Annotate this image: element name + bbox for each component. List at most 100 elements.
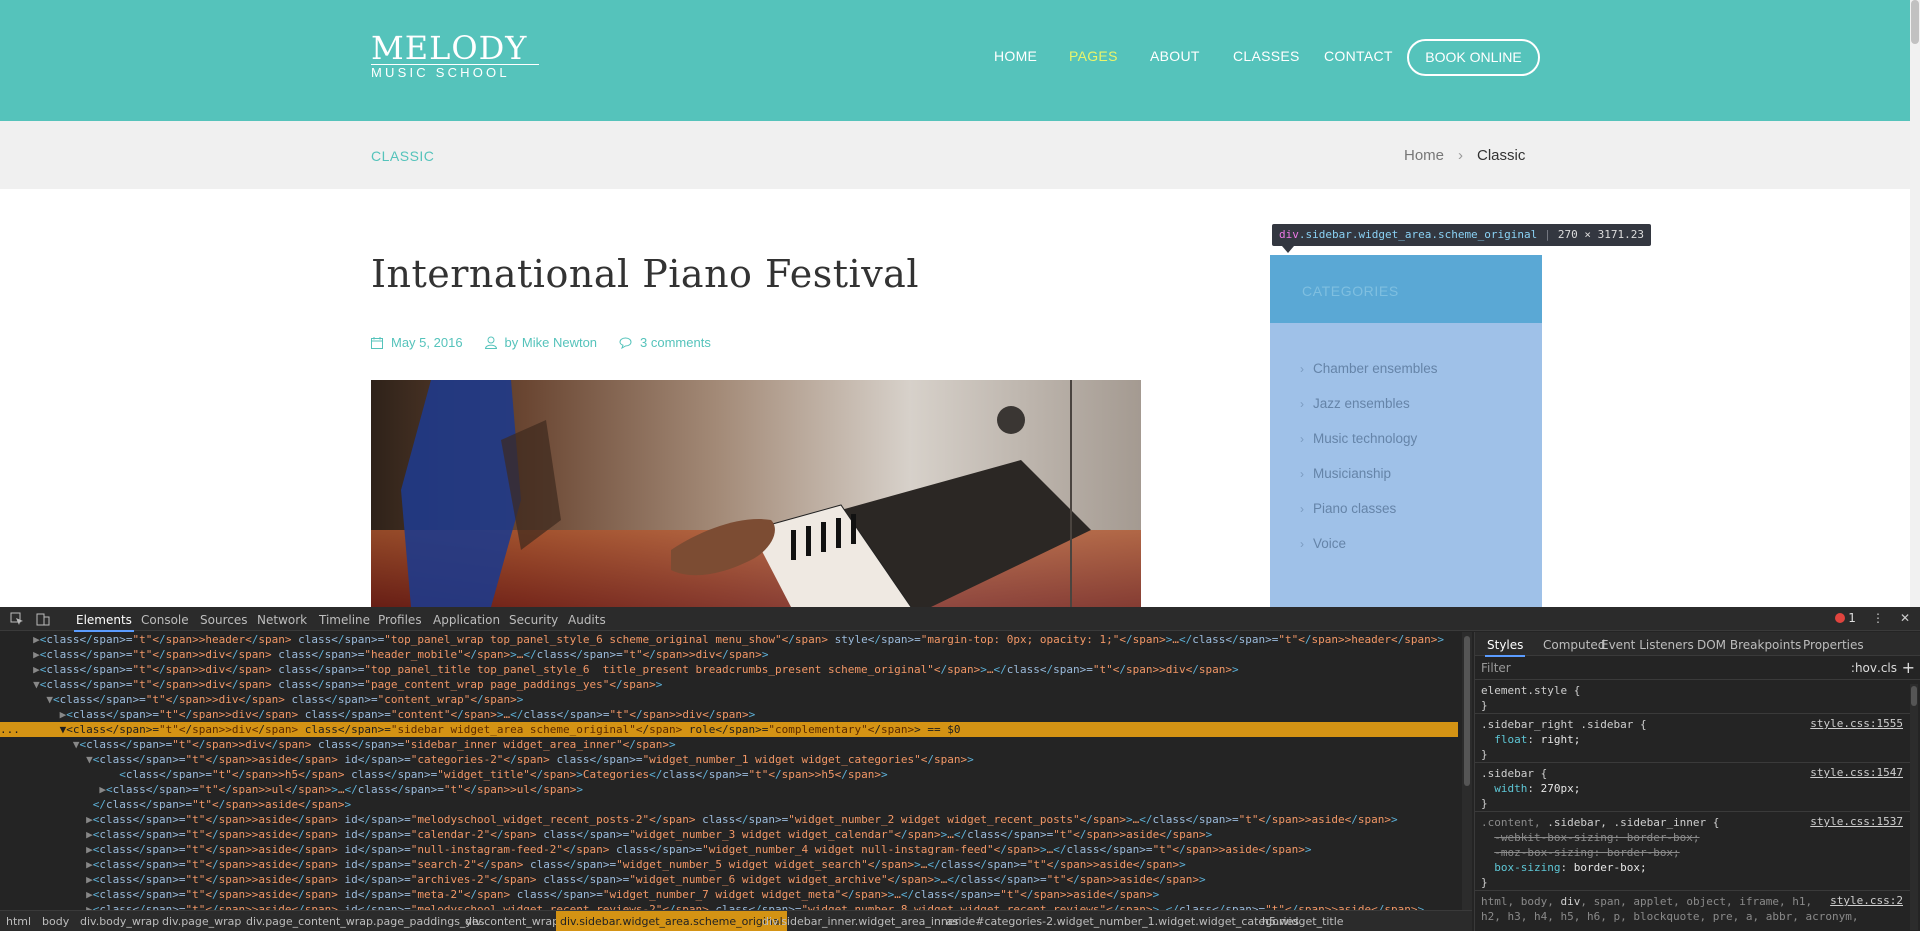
css-source-link[interactable]: style.css:1537 — [1810, 815, 1903, 828]
css-selector[interactable]: .sidebar { — [1481, 766, 1547, 781]
close-icon[interactable]: ✕ — [1900, 611, 1910, 625]
logo-underline — [371, 64, 539, 65]
dom-node-line[interactable]: ▼<class</span>="t"</span>>aside</span> i… — [0, 752, 1458, 767]
tooltip-tag: div — [1279, 228, 1299, 241]
dom-node-line[interactable]: ▶<class</span>="t"</span>>aside</span> i… — [0, 857, 1458, 872]
tooltip-size: 270 × 3171.23 — [1557, 228, 1645, 241]
nav-item-about[interactable]: ABOUT — [1150, 48, 1200, 64]
category-item[interactable]: › Piano classes — [1300, 491, 1438, 526]
category-item[interactable]: › Chamber ensembles — [1300, 351, 1438, 386]
dom-node-line[interactable]: <class</span>="t"</span>>h5</span> class… — [0, 767, 1458, 782]
category-item[interactable]: › Jazz ensembles — [1300, 386, 1438, 421]
css-source-link[interactable]: style.css:1555 — [1810, 717, 1903, 730]
dom-node-line[interactable]: ... ▼<class</span>="t"</span>>div</span>… — [0, 722, 1458, 737]
dom-breadcrumb-item[interactable]: div.page_content_wrap.page_paddings_yes — [246, 915, 484, 928]
dom-node-line[interactable]: ▶<class</span>="t"</span>>ul</span>>…</c… — [0, 782, 1458, 797]
logo-subtitle: MUSIC SCHOOL — [371, 65, 510, 80]
post-featured-image[interactable] — [371, 380, 1141, 607]
dom-node-line[interactable]: ▶<class</span>="t"</span>>aside</span> i… — [0, 842, 1458, 857]
dom-breadcrumb-item[interactable]: h5.widget_title — [1262, 915, 1344, 928]
dom-node-line[interactable]: ▼<class</span>="t"</span>>div</span> cla… — [0, 677, 1458, 692]
css-source-link[interactable]: style.css:2 — [1830, 894, 1903, 907]
devtools-tab-network[interactable]: Network — [257, 613, 307, 627]
dom-breadcrumb-item[interactable]: body — [42, 915, 69, 928]
nav-item-classes[interactable]: CLASSES — [1233, 48, 1300, 64]
devtools-tab-timeline[interactable]: Timeline — [319, 613, 370, 627]
css-selector[interactable]: element.style { — [1481, 683, 1580, 698]
add-rule-button[interactable]: + — [1902, 658, 1915, 677]
logo[interactable]: MELODY MUSIC SCHOOL — [371, 31, 539, 80]
inspect-element-icon[interactable] — [10, 612, 24, 626]
page-scrollbar[interactable] — [1910, 0, 1920, 607]
nav-item-contact[interactable]: CONTACT — [1324, 48, 1393, 64]
dom-node-line[interactable]: ▼<class</span>="t"</span>>div</span> cla… — [0, 737, 1458, 752]
css-declaration[interactable]: float: right; — [1481, 732, 1580, 747]
dom-node-line[interactable]: ▶<class</span>="t"</span>>header</span> … — [0, 632, 1458, 647]
css-selector[interactable]: .content, .sidebar, .sidebar_inner { — [1481, 815, 1719, 830]
piano-photo — [371, 380, 1141, 607]
book-online-button[interactable]: BOOK ONLINE — [1407, 39, 1540, 76]
dom-breadcrumb-item[interactable]: div.sidebar.widget_area.scheme_original — [556, 911, 787, 931]
styles-scrollbar[interactable] — [1910, 684, 1918, 930]
devtools-tab-application[interactable]: Application — [433, 613, 500, 627]
styles-tab-properties[interactable]: Properties — [1803, 638, 1864, 652]
dom-node-line[interactable]: ▶<class</span>="t"</span>>div</span> cla… — [0, 647, 1458, 662]
dom-node-line[interactable]: ▶<class</span>="t"</span>>aside</span> i… — [0, 827, 1458, 842]
devtools-tab-profiles[interactable]: Profiles — [378, 613, 422, 627]
dom-node-line[interactable]: ▶<class</span>="t"</span>>div</span> cla… — [0, 662, 1458, 677]
dom-scrollbar[interactable] — [1462, 632, 1472, 910]
hover-state-toggle[interactable]: :hov — [1851, 661, 1877, 675]
devtools-tab-security[interactable]: Security — [509, 613, 558, 627]
css-selector[interactable]: html, body, div, span, applet, object, i… — [1481, 894, 1812, 909]
css-declaration[interactable]: -webkit-box-sizing: border-box; — [1481, 830, 1699, 845]
header-bar: MELODY MUSIC SCHOOL HOME PAGES ABOUT CLASSE… — [0, 0, 1910, 121]
category-item[interactable]: › Music technology — [1300, 421, 1438, 456]
post-title[interactable]: International Piano Festival — [371, 252, 919, 296]
category-item[interactable]: › Musicianship — [1300, 456, 1438, 491]
css-declaration[interactable]: box-sizing: border-box; — [1481, 860, 1646, 875]
styles-tab-event-listeners[interactable]: Event Listeners — [1601, 638, 1694, 652]
devtools-tab-sources[interactable]: Sources — [200, 613, 247, 627]
more-options-icon[interactable]: ⋮ — [1872, 611, 1884, 625]
breadcrumb-home[interactable]: Home — [1404, 147, 1444, 164]
dom-breadcrumb-item[interactable]: div.sidebar_inner.widget_area_inner — [762, 915, 959, 928]
dom-breadcrumb-bar: html body div.body_wrap div.page_wrap div.pa… — [0, 910, 1472, 931]
css-selector[interactable]: .sidebar_right .sidebar { — [1481, 717, 1647, 732]
styles-tab-dom-breakpoints[interactable]: DOM Breakpoints — [1697, 638, 1801, 652]
dom-node-line[interactable]: ▶<class</span>="t"</span>>aside</span> i… — [0, 812, 1458, 827]
dom-breadcrumb-item[interactable]: div.content_wrap — [465, 915, 559, 928]
styles-tab-styles[interactable]: Styles — [1484, 638, 1526, 657]
dom-node-line[interactable]: ▶<class</span>="t"</span>>aside</span> i… — [0, 887, 1458, 902]
post-comments[interactable]: 3 comments — [640, 335, 711, 350]
class-toggle[interactable]: .cls — [1877, 661, 1897, 675]
dom-tree[interactable]: ▶<class</span>="t"</span>>header</span> … — [0, 632, 1458, 910]
css-declaration[interactable]: -moz-box-sizing: border-box; — [1481, 845, 1679, 860]
styles-pane: Styles Computed Event Listeners DOM Breakpo… — [1474, 632, 1920, 931]
dom-node-line[interactable]: </class</span>="t"</span>>aside</span>> — [0, 797, 1458, 812]
css-declaration[interactable]: width: 270px; — [1481, 781, 1580, 796]
dom-breadcrumb-item[interactable]: div.body_wrap — [80, 915, 159, 928]
devtools-tab-audits[interactable]: Audits — [568, 613, 606, 627]
category-label: Piano classes — [1313, 501, 1397, 516]
styles-filter-input[interactable]: Filter — [1481, 661, 1511, 675]
device-toolbar-icon[interactable] — [36, 612, 50, 626]
nav-item-home[interactable]: HOME — [994, 48, 1037, 64]
nav-item-pages[interactable]: PAGES — [1069, 48, 1118, 64]
dom-breadcrumb-item[interactable]: div.page_wrap — [162, 915, 241, 928]
tooltip-classes: .sidebar.widget_area.scheme_original — [1298, 228, 1538, 241]
error-count-badge[interactable]: 1 — [1835, 611, 1856, 625]
dom-node-line[interactable]: ▶<class</span>="t"</span>>aside</span> i… — [0, 872, 1458, 887]
devtools-controls: 1 ⋮ ✕ — [1835, 611, 1910, 625]
category-item[interactable]: › Voice — [1300, 526, 1438, 561]
devtools-tab-elements[interactable]: Elements — [74, 613, 134, 632]
post-date[interactable]: May 5, 2016 — [391, 335, 463, 350]
dom-breadcrumb-item[interactable]: html — [6, 915, 31, 928]
css-source-link[interactable]: style.css:1547 — [1810, 766, 1903, 779]
dom-node-line[interactable]: ▶<class</span>="t"</span>>aside</span> i… — [0, 902, 1458, 910]
dom-node-line[interactable]: ▶<class</span>="t"</span>>div</span> cla… — [0, 707, 1458, 722]
devtools-tab-console[interactable]: Console — [141, 613, 189, 627]
dom-node-line[interactable]: ▼<class</span>="t"</span>>div</span> cla… — [0, 692, 1458, 707]
styles-tab-computed[interactable]: Computed — [1543, 638, 1605, 652]
post-author[interactable]: by Mike Newton — [505, 335, 597, 350]
dom-breadcrumb-item[interactable]: aside#categories-2.widget_number_1.widge… — [946, 915, 1299, 928]
